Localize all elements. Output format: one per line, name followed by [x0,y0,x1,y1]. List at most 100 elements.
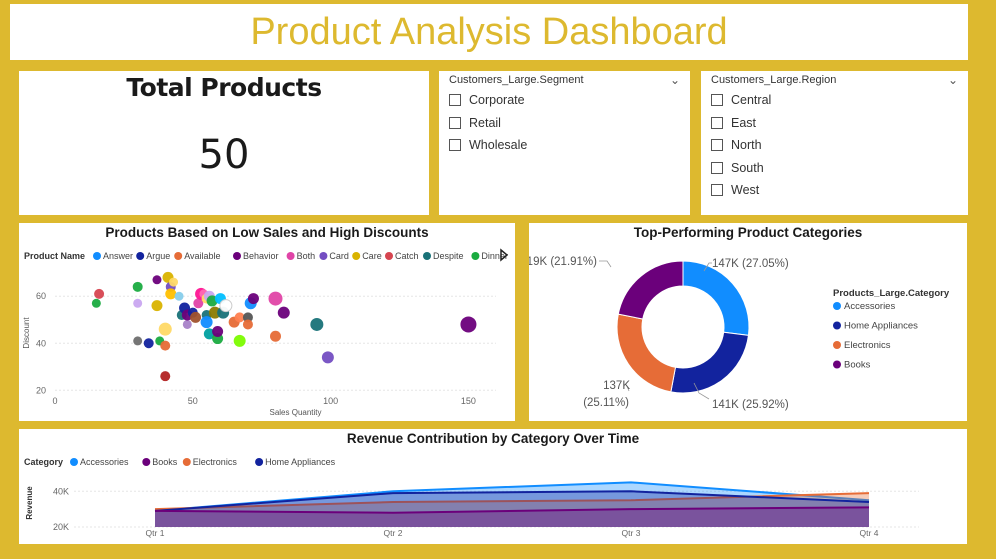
x-tick-label: 100 [323,396,338,406]
scatter-point[interactable] [160,340,171,351]
region-option-west[interactable]: West [711,182,759,198]
option-label: Wholesale [469,138,528,152]
dashboard-title-bar: Product Analysis Dashboard [10,4,968,60]
scatter-legend-title: Product Name [24,251,85,261]
scatter-point[interactable] [212,326,224,337]
donut-chart-panel: Top-Performing Product Categories 147K (… [529,223,967,421]
donut-slice[interactable] [682,260,750,336]
legend-marker [319,252,328,260]
legend-marker [833,360,841,369]
legend-label: Despite [433,251,464,261]
legend-label: Home Appliances [265,457,336,467]
legend-label: Behavior [243,251,279,261]
legend-label: Care [362,251,382,261]
donut-label-home-appliances: 141K (25.92%) [712,399,789,411]
scatter-point[interactable] [277,306,290,319]
scatter-point[interactable] [91,298,101,308]
legend-marker [255,458,264,466]
checkbox[interactable] [449,94,461,106]
region-option-central[interactable]: Central [711,92,771,108]
scatter-point[interactable] [94,288,105,299]
checkbox[interactable] [711,162,723,174]
segment-option-wholesale[interactable]: Wholesale [449,137,527,153]
legend-label: Both [297,251,316,261]
scatter-point[interactable] [133,298,143,308]
scatter-point[interactable] [174,291,184,301]
segment-slicer-header: Customers_Large.Segment [449,74,584,86]
scatter-point[interactable] [270,330,281,342]
option-label: Central [731,93,772,107]
checkbox[interactable] [449,117,461,129]
legend-marker [70,458,78,466]
legend-marker [286,252,295,260]
scatter-point[interactable] [460,316,477,333]
checkbox[interactable] [711,139,723,151]
x-tick-label: Qtr 4 [860,528,879,538]
region-option-east[interactable]: East [711,115,756,131]
legend-marker [142,458,151,466]
checkbox[interactable] [449,139,461,151]
checkbox[interactable] [711,117,723,129]
legend-label: Books [152,457,178,467]
legend-marker [833,321,841,330]
option-label: Retail [469,116,501,130]
legend-marker [352,252,361,260]
scatter-point[interactable] [310,317,324,331]
scatter-point[interactable] [160,371,171,382]
total-products-label: Total Products [126,73,322,102]
total-products-value: 50 [198,132,250,178]
x-tick-label: Qtr 1 [146,528,165,538]
checkbox[interactable] [711,94,723,106]
scatter-point[interactable] [247,293,259,305]
chevron-down-icon[interactable]: ⌄ [670,73,680,87]
y-tick-label: 40 [36,338,46,348]
scatter-point[interactable] [151,300,163,312]
region-slicer: Customers_Large.Region ⌄ Central East No… [701,71,968,215]
option-label: North [731,138,762,152]
legend-marker [423,252,431,260]
scatter-point[interactable] [132,281,143,292]
donut-label-books: 119K (21.91%) [529,256,597,268]
x-tick-label: 150 [461,396,476,406]
region-option-north[interactable]: North [711,137,762,153]
legend-label: Accessories [80,457,129,467]
scatter-point[interactable] [233,334,246,347]
legend-marker [233,252,241,260]
x-tick-label: Qtr 3 [622,528,641,538]
legend-label: Electronics [844,340,891,351]
segment-slicer: Customers_Large.Segment ⌄ Corporate Reta… [439,71,690,215]
y-axis-label: Discount [22,317,31,349]
scatter-point[interactable] [152,275,162,285]
donut-slice[interactable] [670,331,750,394]
leader-line [599,260,612,268]
scatter-point[interactable] [219,299,233,313]
dashboard-title: Product Analysis Dashboard [250,11,728,53]
scatter-point[interactable] [321,351,334,364]
x-axis-label: Sales Quantity [269,408,321,417]
chevron-down-icon[interactable]: ⌄ [948,73,958,87]
legend-label: Answer [103,251,133,261]
scatter-point[interactable] [165,288,177,300]
donut-chart: 147K (27.05%) 141K (25.92%) 137K (25.11%… [529,256,950,411]
legend-marker [182,458,191,466]
scatter-point[interactable] [242,319,253,330]
legend-label: Catch [395,251,419,261]
area-y-axis-label: Revenue [25,486,34,520]
segment-option-corporate[interactable]: Corporate [449,92,525,108]
area-chart: Category Accessories Books Electronics Home… [24,457,919,538]
scatter-point[interactable] [200,316,213,329]
option-label: West [731,183,760,197]
scatter-point[interactable] [169,277,179,287]
scatter-point[interactable] [190,311,202,323]
scatter-point[interactable] [182,319,192,329]
scatter-point[interactable] [143,338,154,349]
scatter-point[interactable] [268,291,283,306]
donut-label-accessories: 147K (27.05%) [712,258,789,270]
scatter-point[interactable] [158,322,172,336]
legend-marker [174,252,183,260]
region-option-south[interactable]: South [711,160,764,176]
checkbox[interactable] [711,184,723,196]
scatter-point[interactable] [133,336,143,346]
segment-option-retail[interactable]: Retail [449,115,501,131]
donut-slice[interactable] [617,260,684,320]
